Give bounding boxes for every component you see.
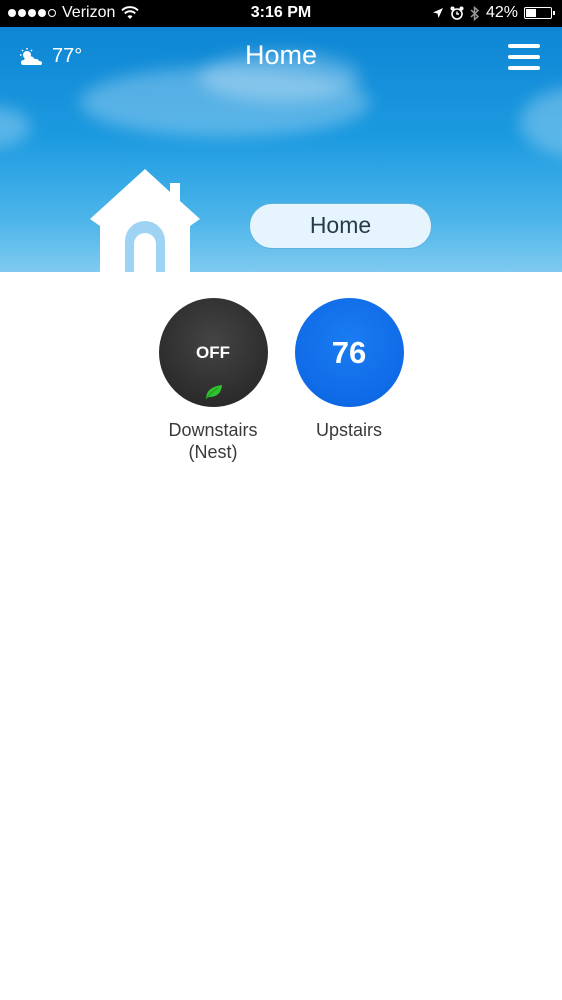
location-arrow-icon: [432, 8, 443, 18]
structure-selector-button[interactable]: Home: [249, 203, 432, 249]
thermostat-value: 76: [331, 335, 367, 370]
thermostat-name: Upstairs: [315, 420, 382, 440]
thermostat-dial[interactable]: OFF: [158, 298, 268, 407]
battery-nub: [553, 11, 555, 15]
alarm-clock-icon: [450, 6, 464, 20]
thermostat-downstairs[interactable]: OFF Downstairs (Nest): [148, 298, 278, 463]
thermostat-label: Downstairs (Nest): [148, 419, 278, 463]
bluetooth-icon: [470, 5, 480, 21]
cloud-decoration: [520, 87, 562, 157]
cloud-decoration: [0, 107, 30, 147]
battery-fill: [526, 9, 536, 17]
thermostat-label: Upstairs: [284, 419, 414, 441]
thermostat-upstairs[interactable]: 76 Upstairs: [284, 298, 414, 441]
page-title: Home: [244, 40, 318, 70]
battery-icon: [524, 7, 555, 19]
house-icon: [90, 169, 200, 272]
status-bar: Verizon 3:16 PM 42%: [0, 0, 562, 27]
battery-percent: 42%: [485, 4, 518, 21]
status-right: 42%: [432, 4, 555, 22]
thermostat-value: OFF: [196, 343, 230, 362]
leaf-icon: [205, 385, 222, 400]
header-banner: 77° Home Home: [0, 27, 562, 272]
hamburger-menu-icon[interactable]: [508, 44, 540, 70]
thermostat-name: Downstairs: [168, 420, 258, 440]
thermostat-dial[interactable]: 76: [294, 298, 404, 407]
thermostat-subname: (Nest): [188, 442, 238, 462]
